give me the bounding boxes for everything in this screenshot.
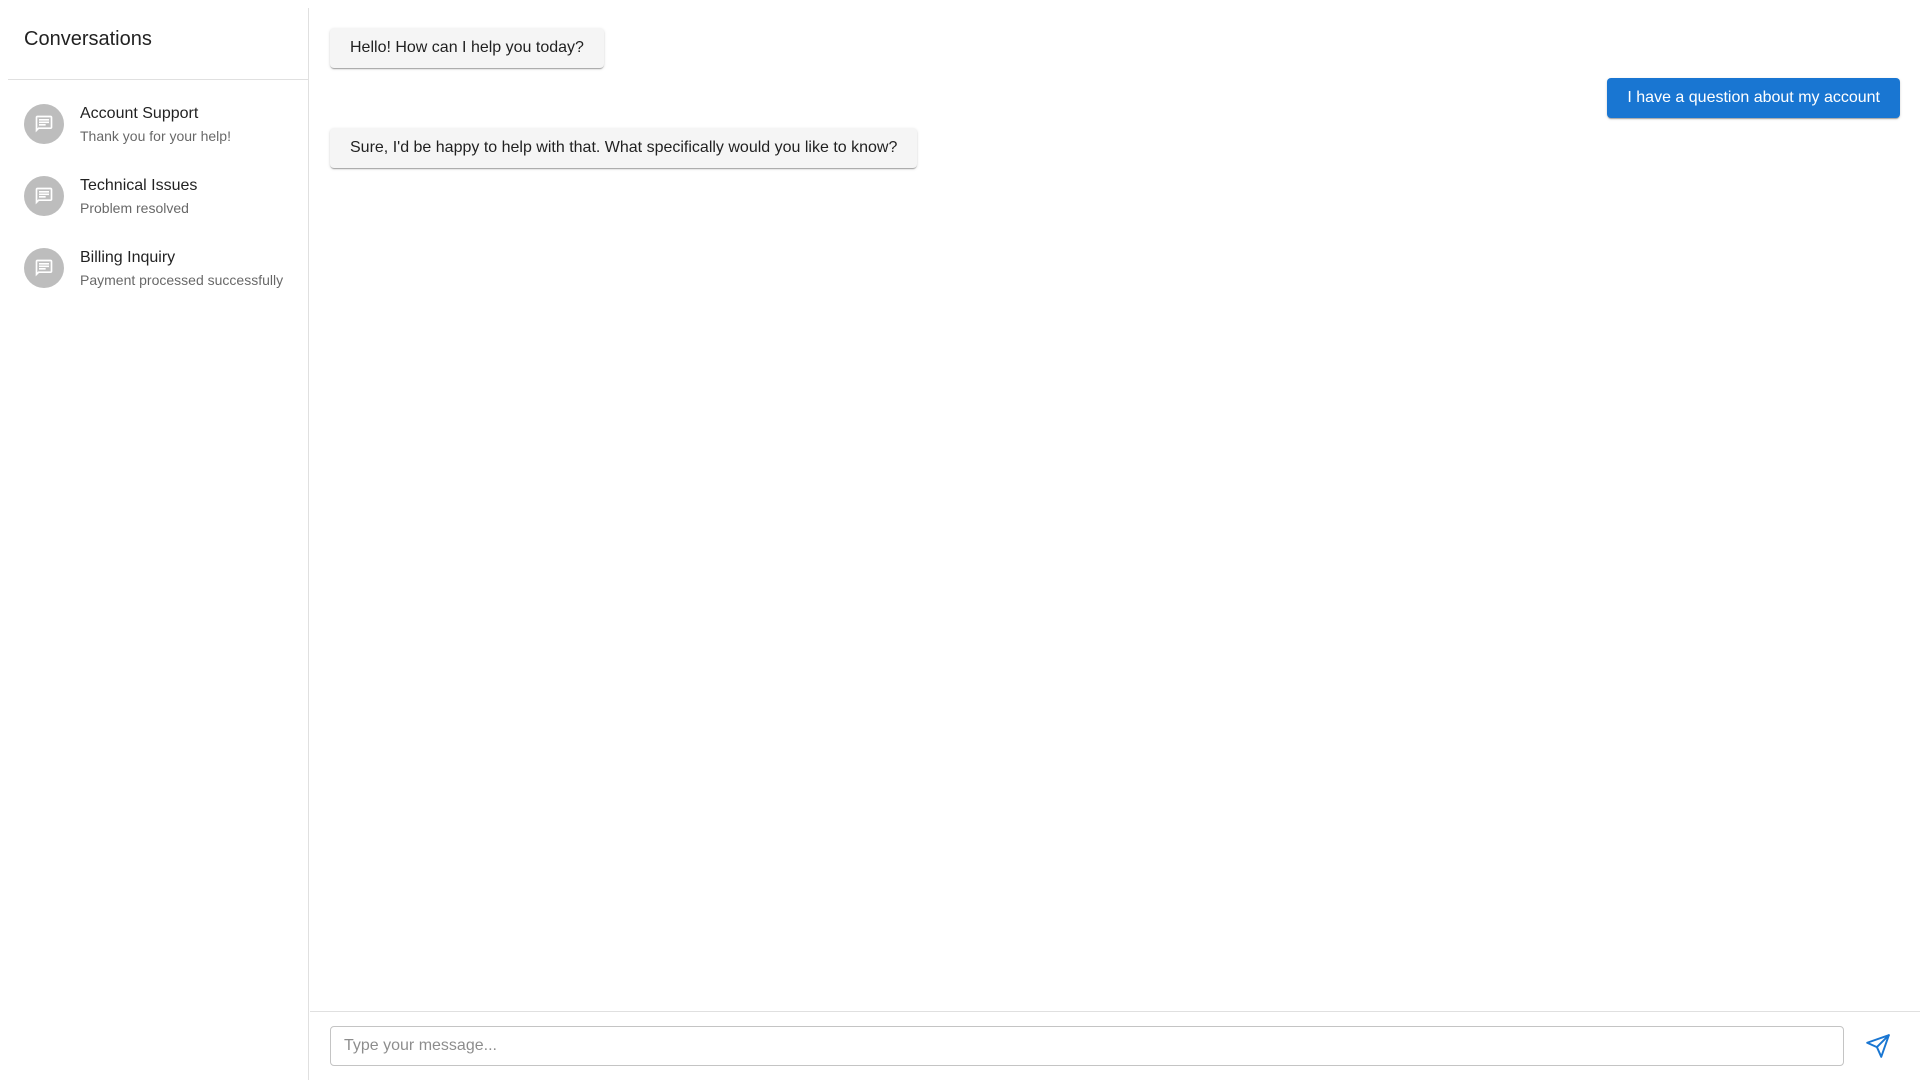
chat-icon bbox=[35, 115, 53, 133]
conversation-item-account-support[interactable]: Account Support Thank you for your help! bbox=[8, 88, 308, 160]
message-row: Hello! How can I help you today? bbox=[330, 28, 1900, 68]
sidebar-title: Conversations bbox=[8, 8, 308, 80]
chat-icon bbox=[35, 259, 53, 277]
agent-message-bubble: Hello! How can I help you today? bbox=[330, 28, 604, 68]
conversation-subtitle: Thank you for your help! bbox=[80, 128, 231, 144]
conversation-title: Account Support bbox=[80, 105, 199, 122]
avatar bbox=[24, 176, 64, 216]
message-input[interactable] bbox=[330, 1026, 1844, 1066]
conversation-item-technical-issues[interactable]: Technical Issues Problem resolved bbox=[8, 160, 308, 232]
conversation-subtitle: Problem resolved bbox=[80, 200, 189, 216]
send-button[interactable] bbox=[1858, 1026, 1898, 1066]
message-row: I have a question about my account bbox=[330, 78, 1900, 118]
conversations-sidebar: Conversations Account Support Thank you … bbox=[8, 8, 309, 1080]
message-composer bbox=[310, 1011, 1920, 1080]
conversation-item-billing-inquiry[interactable]: Billing Inquiry Payment processed succes… bbox=[8, 232, 308, 304]
chat-app: Conversations Account Support Thank you … bbox=[0, 0, 1920, 1080]
conversation-title: Technical Issues bbox=[80, 177, 198, 194]
conversation-subtitle: Payment processed successfully bbox=[80, 272, 284, 288]
avatar bbox=[24, 104, 64, 144]
conversation-title: Billing Inquiry bbox=[80, 249, 176, 266]
agent-message-bubble: Sure, I'd be happy to help with that. Wh… bbox=[330, 128, 918, 168]
chat-panel: Hello! How can I help you today? I have … bbox=[310, 8, 1920, 1080]
message-row: Sure, I'd be happy to help with that. Wh… bbox=[330, 128, 1900, 168]
chat-icon bbox=[35, 187, 53, 205]
send-icon bbox=[1866, 1034, 1890, 1058]
avatar bbox=[24, 248, 64, 288]
user-message-bubble: I have a question about my account bbox=[1607, 78, 1900, 118]
message-list: Hello! How can I help you today? I have … bbox=[310, 8, 1920, 1011]
conversation-list: Account Support Thank you for your help!… bbox=[8, 80, 308, 304]
